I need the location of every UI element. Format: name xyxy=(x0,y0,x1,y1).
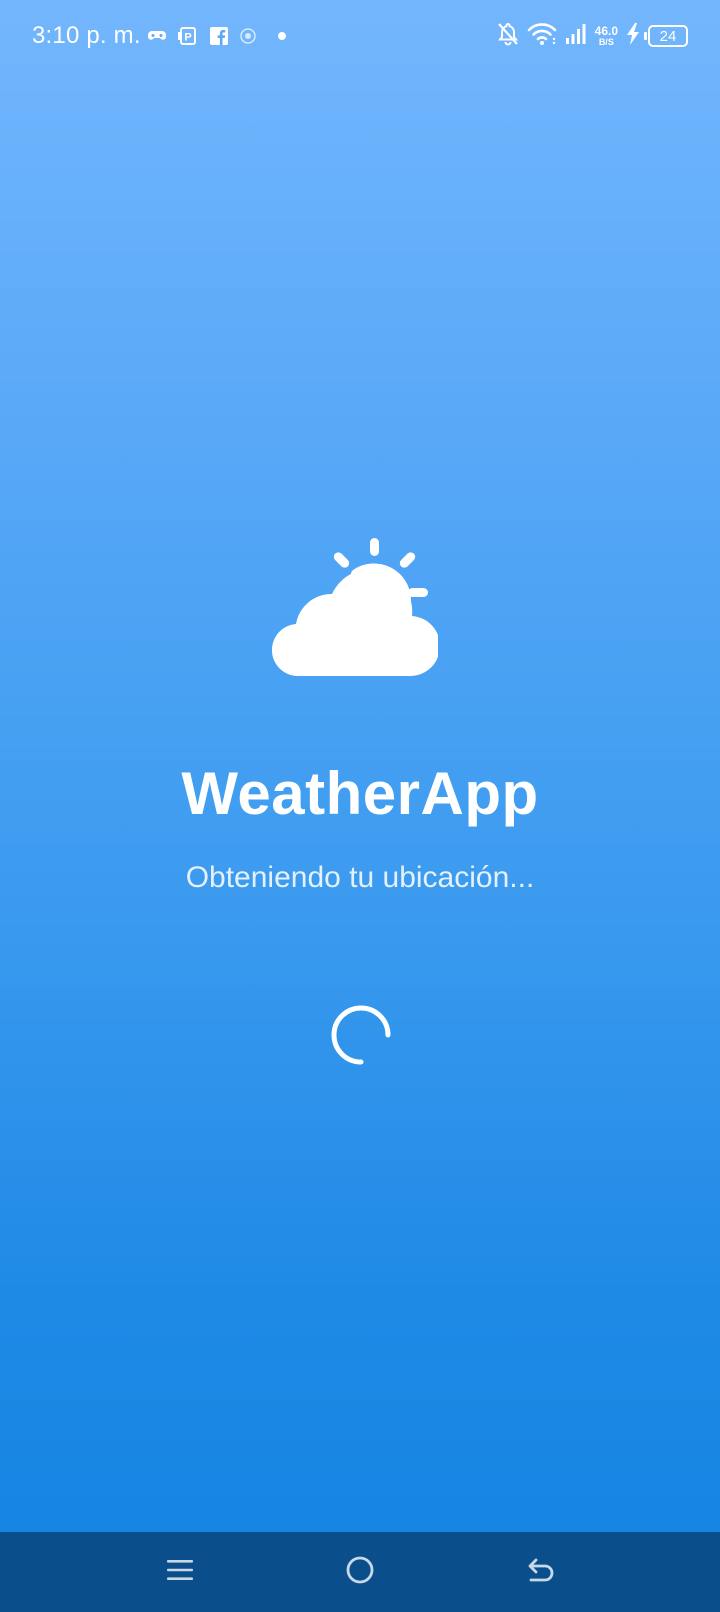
status-system-icons: 46.0 B/S 24 xyxy=(497,20,688,52)
svg-text:P: P xyxy=(184,32,191,44)
nav-menu-button[interactable] xyxy=(160,1552,200,1592)
back-icon xyxy=(525,1556,555,1589)
signal-icon xyxy=(565,23,587,50)
charging-bolt-icon xyxy=(626,22,640,50)
menu-icon xyxy=(166,1557,194,1588)
battery-level: 24 xyxy=(659,27,677,45)
splash-screen: 3:10 p. m. P 46.0 B/S 24 WeatherApp Obte… xyxy=(0,0,720,1612)
home-icon xyxy=(345,1555,375,1590)
partly-cloudy-icon xyxy=(271,534,441,684)
loading-status-text: Obteniendo tu ubicación... xyxy=(185,861,535,894)
wifi-icon xyxy=(527,22,557,51)
status-notification-icons: P xyxy=(148,24,288,48)
network-speed-value: 46.0 xyxy=(594,24,618,38)
network-speed: 46.0 B/S xyxy=(595,25,618,47)
nav-back-button[interactable] xyxy=(520,1552,560,1592)
battery-icon: 24 xyxy=(644,25,688,47)
notification-dot-icon xyxy=(268,31,288,41)
game-controller-icon xyxy=(148,29,166,43)
navigation-bar xyxy=(0,1532,720,1612)
status-bar: 3:10 p. m. P 46.0 B/S 24 xyxy=(0,0,720,72)
app-title: WeatherApp xyxy=(181,760,539,827)
network-speed-unit: B/S xyxy=(598,37,614,47)
facebook-icon xyxy=(210,27,228,45)
bell-off-icon xyxy=(497,22,519,51)
nav-home-button[interactable] xyxy=(340,1552,380,1592)
loading-spinner-icon xyxy=(330,1004,392,1066)
status-time: 3:10 p. m. xyxy=(32,22,141,49)
generic-app-icon xyxy=(240,28,256,44)
parking-app-icon: P xyxy=(178,27,198,45)
